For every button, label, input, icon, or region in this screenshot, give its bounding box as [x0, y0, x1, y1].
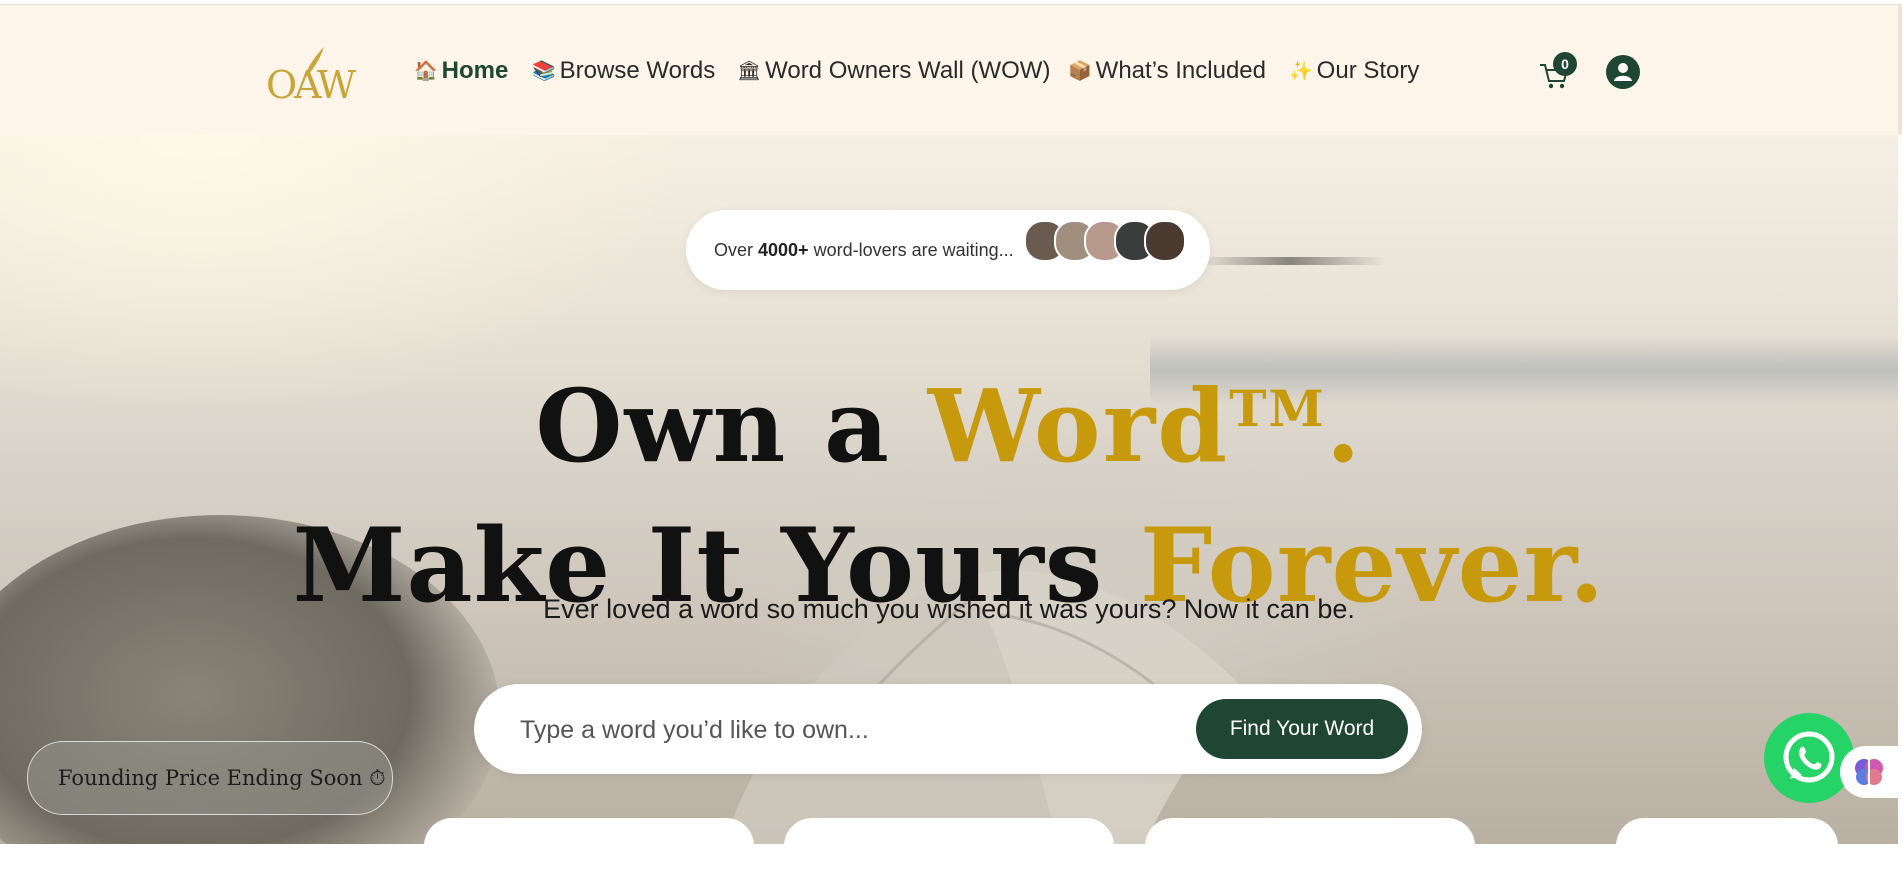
headline-highlight: Word	[927, 367, 1230, 485]
museum-icon: 🏛	[737, 61, 762, 82]
headline-text: Own a	[535, 367, 928, 485]
background-book-image	[723, 570, 1240, 844]
trademark-mark: TM	[1229, 379, 1326, 438]
founding-price-label: Founding Price Ending Soon ⏱	[58, 766, 386, 790]
headline-period: .	[1325, 367, 1363, 485]
headline-line-1: Own a WordTM.	[0, 367, 1898, 485]
nav-item-label: What’s Included	[1095, 57, 1266, 84]
word-search-bar: Find Your Word	[474, 684, 1422, 774]
waitlist-suffix: word-lovers are waiting...	[808, 240, 1014, 260]
house-icon: 🏠	[414, 61, 438, 82]
brain-icon	[1855, 759, 1883, 785]
word-search-input[interactable]	[518, 706, 1182, 754]
cart-count-badge: 0	[1553, 52, 1577, 76]
nav-item-label: Browse Words	[559, 57, 716, 84]
category-card-2[interactable]	[784, 818, 1114, 878]
waitlist-count: 4000+	[758, 240, 809, 260]
avatar	[1144, 220, 1186, 262]
package-icon: 📦	[1068, 61, 1092, 82]
background-wave	[1195, 257, 1385, 265]
find-your-word-button[interactable]: Find Your Word	[1196, 699, 1408, 759]
hero-subheading: Ever loved a word so much you wished it …	[543, 594, 1355, 624]
nav-item-label: Word Owners Wall (WOW)	[765, 57, 1051, 84]
category-card-3[interactable]	[1145, 818, 1475, 878]
account-button[interactable]	[1606, 55, 1640, 89]
sparkles-icon: ✨	[1289, 61, 1313, 82]
nav-item-our-story[interactable]: ✨ Our Story	[1289, 57, 1419, 85]
ai-assistant-button[interactable]	[1840, 746, 1900, 798]
waitlist-text: Over 4000+ word-lovers are waiting...	[714, 240, 1014, 261]
category-card-4[interactable]	[1616, 818, 1838, 878]
category-card-1[interactable]	[424, 818, 754, 878]
nav-item-browse-words[interactable]: 📚 Browse Words	[532, 57, 715, 85]
waitlist-prefix: Over	[714, 240, 759, 260]
books-icon: 📚	[532, 61, 556, 82]
waitlist-pill: Over 4000+ word-lovers are waiting...	[686, 210, 1210, 290]
site-logo[interactable]: OAW	[262, 45, 356, 107]
nav-item-label: Our Story	[1316, 57, 1420, 84]
logo-text: OAW	[266, 63, 356, 107]
nav-item-whats-included[interactable]: 📦 What’s Included	[1068, 57, 1266, 85]
founding-price-banner[interactable]: Founding Price Ending Soon ⏱	[27, 741, 393, 815]
nav-item-word-owners-wall[interactable]: 🏛 Word Owners Wall (WOW)	[737, 57, 1050, 85]
nav-item-label: Home	[441, 57, 509, 84]
user-icon	[1614, 63, 1632, 81]
site-header: OAW 🏠 Home 📚 Browse Words 🏛 Word Owners …	[0, 5, 1902, 135]
nav-item-home[interactable]: 🏠 Home	[414, 57, 508, 85]
